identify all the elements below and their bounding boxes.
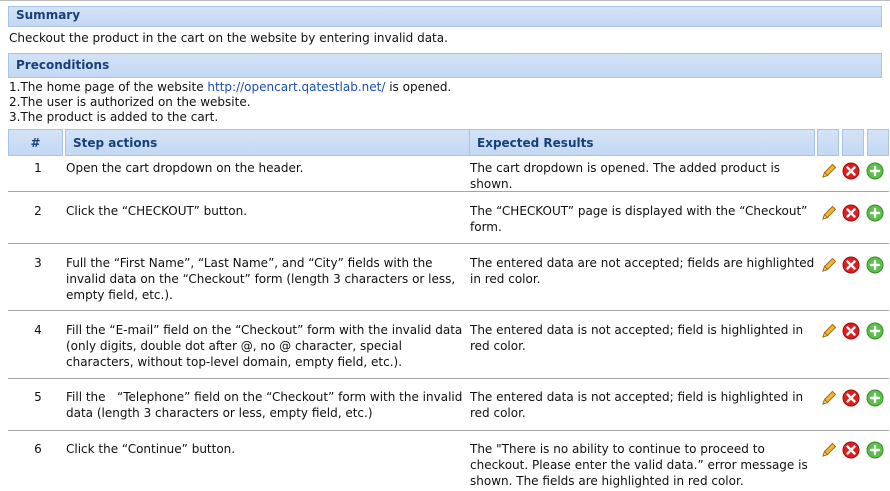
summary-heading: Summary [8,6,882,27]
add-icon[interactable] [866,162,884,180]
precondition-1-prefix: 1.The home page of the website [9,80,208,94]
table-row: 4 Fill the “E-mail” field on the “Checko… [8,311,889,379]
expected-result: The cart dropdown is opened. The added p… [470,161,781,191]
expected-result: The entered data is not accepted; field … [470,323,804,353]
delete-icon[interactable] [842,441,860,459]
header-add-col [867,129,889,156]
row-actions [820,441,886,461]
add-icon[interactable] [866,204,884,222]
pencil-icon[interactable] [820,162,838,180]
header-expected-results: Expected Results [469,129,815,156]
website-link[interactable]: http://opencart.qatestlab.net/ [207,80,385,94]
step-number: 6 [34,442,42,456]
precondition-1-suffix: is opened. [385,80,452,94]
step-action: Open the cart dropdown on the header. [66,161,304,175]
row-actions [820,256,886,276]
expected-result: The "There is no ability to continue to … [470,442,808,488]
step-action: Full the “First Name”, “Last Name”, and … [66,256,456,302]
step-number: 5 [34,390,42,404]
delete-icon[interactable] [842,204,860,222]
add-icon[interactable] [866,322,884,340]
header-num: # [8,129,63,156]
pencil-icon[interactable] [820,441,838,459]
precondition-2: 2.The user is authorized on the website. [9,95,251,109]
add-icon[interactable] [866,389,884,407]
table-row: 6 Click the “Continue” button. The "Ther… [8,431,889,491]
top-border [0,0,890,1]
summary-text: Checkout the product in the cart on the … [9,31,448,45]
table-row: 3 Full the “First Name”, “Last Name”, an… [8,244,889,311]
add-icon[interactable] [866,256,884,274]
step-number: 4 [34,323,42,337]
expected-result: The entered data is not accepted; field … [470,390,804,420]
table-row: 2 Click the “CHECKOUT” button. The “CHEC… [8,192,889,244]
row-actions [820,389,886,409]
pencil-icon[interactable] [820,204,838,222]
table-row: 5 Fill the “Telephone” field on the “Che… [8,379,889,431]
step-number: 2 [34,204,42,218]
step-number: 1 [34,161,42,175]
pencil-icon[interactable] [820,389,838,407]
header-delete-col [842,129,864,156]
add-icon[interactable] [866,441,884,459]
expected-result: The “CHECKOUT” page is displayed with th… [470,204,808,234]
delete-icon[interactable] [842,389,860,407]
pencil-icon[interactable] [820,256,838,274]
step-number: 3 [34,256,42,270]
row-actions [820,162,886,182]
precondition-3: 3.The product is added to the cart. [9,110,219,124]
step-action: Click the “Continue” button. [66,442,236,456]
row-actions [820,204,886,224]
step-action: Fill the “Telephone” field on the “Check… [66,390,467,420]
table-row: 1 Open the cart dropdown on the header. … [8,156,889,192]
step-action: Fill the “E-mail” field on the “Checkout… [66,323,463,369]
delete-icon[interactable] [842,322,860,340]
pencil-icon[interactable] [820,322,838,340]
step-action: Click the “CHECKOUT” button. [66,204,248,218]
row-actions [820,322,886,342]
delete-icon[interactable] [842,162,860,180]
precondition-1: 1.The home page of the website http://op… [9,80,451,95]
delete-icon[interactable] [842,256,860,274]
header-edit-col [817,129,839,156]
preconditions-heading: Preconditions [8,53,882,78]
header-step-actions: Step actions [65,129,473,156]
expected-result: The entered data are not accepted; field… [470,256,815,286]
